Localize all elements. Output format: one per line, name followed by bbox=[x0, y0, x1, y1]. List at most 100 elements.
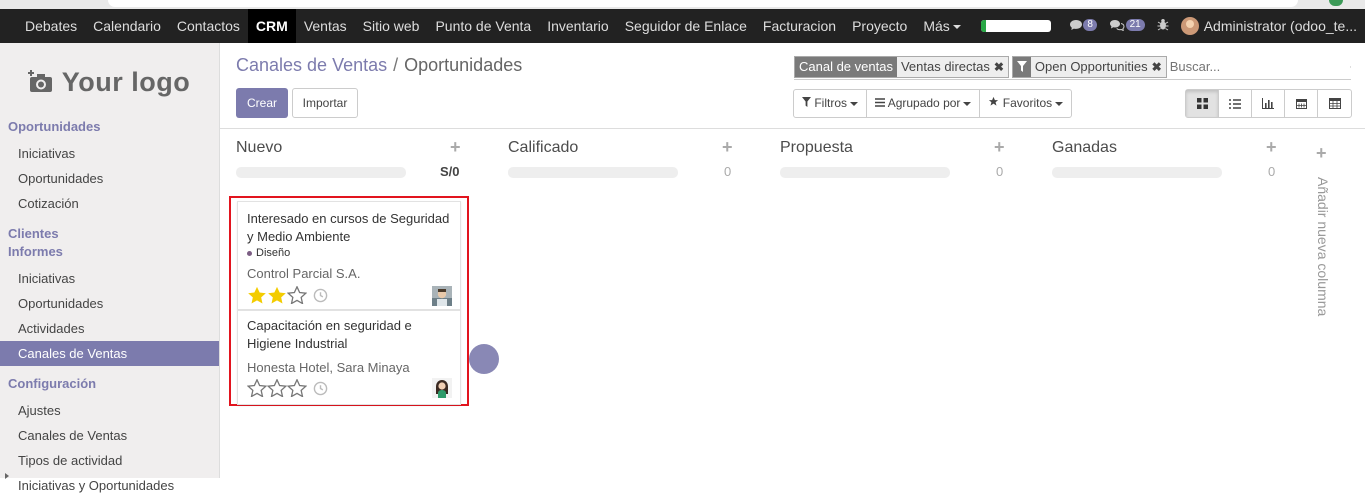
star-empty-icon[interactable] bbox=[287, 379, 307, 397]
column-total: 0 bbox=[1268, 164, 1276, 179]
chevron-down-icon bbox=[963, 101, 972, 106]
breadcrumb-parent[interactable]: Canales de Ventas bbox=[236, 55, 387, 75]
menu-ventas[interactable]: Ventas bbox=[296, 9, 355, 43]
kanban-card[interactable]: Capacitación en seguridad e Higiene Indu… bbox=[237, 310, 461, 405]
sidebar-item-oportunidades[interactable]: Oportunidades bbox=[0, 166, 219, 191]
column-title[interactable]: Propuesta bbox=[780, 139, 853, 157]
sidebar-item-canales-de-ventas[interactable]: Canales de Ventas bbox=[0, 341, 219, 366]
facet-remove-icon[interactable]: ✖ bbox=[1151, 56, 1166, 77]
table-icon bbox=[1328, 98, 1341, 109]
star-empty-icon[interactable] bbox=[267, 379, 287, 397]
column-progress-bar[interactable] bbox=[1052, 167, 1222, 178]
sidebar-item-tipos-de-actividad[interactable]: Tipos de actividad bbox=[0, 448, 219, 473]
progress-bar[interactable] bbox=[980, 20, 1051, 32]
salesperson-avatar[interactable] bbox=[432, 378, 452, 398]
column-progress-bar[interactable] bbox=[780, 167, 950, 178]
debug-button[interactable] bbox=[1157, 18, 1169, 34]
card-tag: Diseño bbox=[247, 247, 290, 259]
star-filled-icon[interactable] bbox=[247, 286, 267, 304]
breadcrumb-separator: / bbox=[393, 55, 399, 75]
menu-crm[interactable]: CRM bbox=[247, 9, 296, 43]
user-menu[interactable]: Administrator (odoo_te... bbox=[1204, 18, 1357, 34]
priority-stars bbox=[247, 379, 328, 397]
column-progress-bar[interactable] bbox=[236, 167, 406, 178]
activity-button[interactable]: 21 bbox=[1109, 18, 1145, 34]
chevron-down-icon bbox=[952, 25, 961, 30]
navbar-systray: 8 21 Administrator (odoo_te... bbox=[980, 9, 1365, 43]
column-title[interactable]: Calificado bbox=[508, 139, 578, 157]
search-facet-filter[interactable]: Open Opportunities ✖ bbox=[1011, 55, 1167, 78]
sidebar-section-oportunidades[interactable]: Oportunidades bbox=[0, 119, 219, 135]
graph-view-button[interactable] bbox=[1252, 90, 1285, 117]
sidebar-item-informes-oportunidades[interactable]: Oportunidades bbox=[0, 291, 219, 316]
add-card-icon[interactable]: + bbox=[450, 137, 461, 158]
activity-count-badge: 21 bbox=[1125, 18, 1145, 31]
list-view-button[interactable] bbox=[1219, 90, 1252, 117]
menu-inventario[interactable]: Inventario bbox=[539, 9, 616, 43]
company-logo[interactable]: Your logo bbox=[20, 57, 198, 107]
activity-clock-icon[interactable] bbox=[313, 288, 328, 303]
menu-debates[interactable]: Debates bbox=[17, 9, 85, 43]
add-column-label: Añadir nueva columna bbox=[1315, 177, 1331, 317]
facet-remove-icon[interactable]: ✖ bbox=[993, 56, 1008, 77]
sidebar-section-informes[interactable]: Informes bbox=[0, 244, 219, 260]
search-input[interactable] bbox=[1169, 55, 1346, 78]
add-card-icon[interactable]: + bbox=[1266, 137, 1277, 158]
import-button[interactable]: Importar bbox=[292, 88, 358, 118]
star-empty-icon[interactable] bbox=[247, 379, 267, 397]
bars-icon bbox=[875, 98, 886, 107]
menu-mas[interactable]: Más bbox=[915, 9, 968, 43]
highlighted-cards-area: Interesado en cursos de Seguridad y Medi… bbox=[229, 196, 469, 406]
group-by-dropdown[interactable]: Agrupado por bbox=[867, 90, 981, 117]
comments-icon bbox=[1109, 19, 1125, 31]
add-card-icon[interactable]: + bbox=[722, 137, 733, 158]
activity-clock-icon[interactable] bbox=[313, 381, 328, 396]
progress-fill bbox=[980, 20, 987, 32]
column-title[interactable]: Ganadas bbox=[1052, 139, 1117, 157]
column-total: 0 bbox=[724, 164, 732, 179]
sidebar-section-clientes[interactable]: Clientes bbox=[0, 226, 219, 242]
menu-facturacion[interactable]: Facturacion bbox=[755, 9, 844, 43]
logo-text: Your logo bbox=[61, 66, 191, 97]
kanban-card[interactable]: Interesado en cursos de Seguridad y Medi… bbox=[237, 201, 461, 310]
chat-button[interactable]: 8 bbox=[1069, 18, 1097, 34]
sidebar-item-actividades[interactable]: Actividades bbox=[0, 316, 219, 341]
sidebar-item-cotizacion[interactable]: Cotización bbox=[0, 191, 219, 216]
sidebar-section-configuracion[interactable]: Configuración bbox=[0, 376, 219, 392]
pivot-view-button[interactable] bbox=[1318, 90, 1351, 117]
favorites-dropdown[interactable]: Favoritos bbox=[980, 90, 1071, 117]
user-avatar[interactable] bbox=[1180, 17, 1199, 35]
menu-calendario[interactable]: Calendario bbox=[85, 9, 169, 43]
sidebar-item-ajustes[interactable]: Ajustes bbox=[0, 398, 219, 423]
salesperson-avatar[interactable] bbox=[432, 286, 452, 306]
kanban-view-button[interactable] bbox=[1186, 90, 1219, 117]
sidebar-item-iniciativas-y-oportunidades[interactable]: Iniciativas y Oportunidades bbox=[0, 473, 219, 498]
add-column-icon[interactable]: + bbox=[1316, 143, 1327, 164]
sidebar-item-informes-iniciativas[interactable]: Iniciativas bbox=[0, 266, 219, 291]
filters-dropdown[interactable]: Filtros bbox=[794, 90, 868, 117]
drag-handle[interactable] bbox=[469, 344, 499, 374]
sidebar-item-config-canales-de-ventas[interactable]: Canales de Ventas bbox=[0, 423, 219, 448]
star-empty-icon[interactable] bbox=[287, 286, 307, 304]
add-card-icon[interactable]: + bbox=[994, 137, 1005, 158]
filter-icon bbox=[1012, 56, 1031, 77]
calendar-view-button[interactable] bbox=[1285, 90, 1318, 117]
sidebar-item-iniciativas[interactable]: Iniciativas bbox=[0, 141, 219, 166]
column-total: 0 bbox=[996, 164, 1004, 179]
menu-sitio-web[interactable]: Sitio web bbox=[355, 9, 428, 43]
search-facet-sales-channel[interactable]: Canal de ventas Ventas directas ✖ bbox=[794, 55, 1009, 78]
add-column-button[interactable]: Añadir nueva columna bbox=[1307, 177, 1337, 337]
kanban-board: Nuevo + S/0 Calificado + 0 Propuesta + 0… bbox=[220, 129, 1365, 478]
column-total: S/0 bbox=[440, 164, 460, 179]
menu-punto-de-venta[interactable]: Punto de Venta bbox=[427, 9, 539, 43]
create-button[interactable]: Crear bbox=[236, 88, 288, 118]
browser-top-strip bbox=[0, 0, 1365, 9]
star-filled-icon[interactable] bbox=[267, 286, 287, 304]
column-title[interactable]: Nuevo bbox=[236, 139, 282, 157]
search-icon[interactable] bbox=[1349, 58, 1351, 76]
app-menu: Debates Calendario Contactos CRM Ventas … bbox=[17, 9, 969, 43]
menu-seguidor-de-enlace[interactable]: Seguidor de Enlace bbox=[617, 9, 755, 43]
menu-contactos[interactable]: Contactos bbox=[169, 9, 248, 43]
column-progress-bar[interactable] bbox=[508, 167, 678, 178]
menu-proyecto[interactable]: Proyecto bbox=[844, 9, 915, 43]
